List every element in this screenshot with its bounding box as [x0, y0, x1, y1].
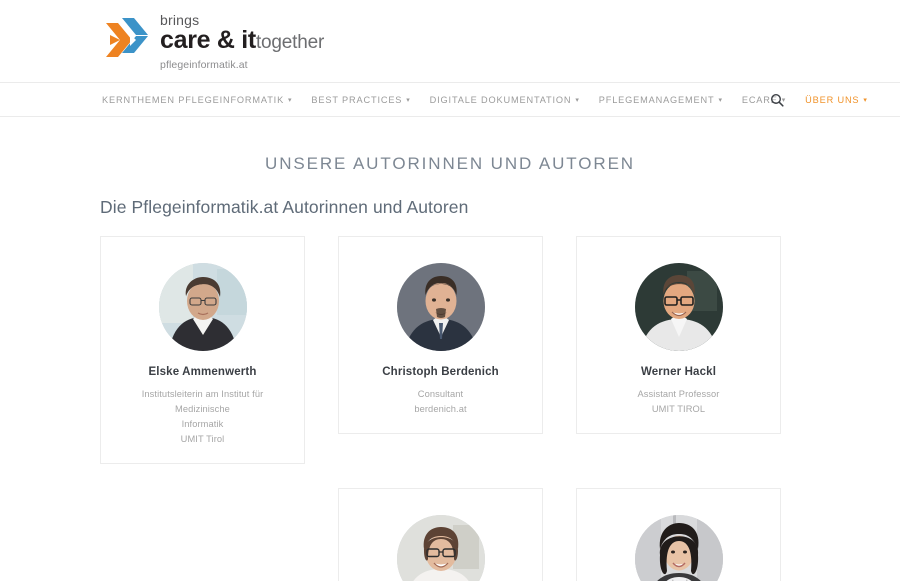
chevron-down-icon: ▾	[575, 97, 580, 104]
logo-together: together	[255, 32, 325, 53]
team-member-card[interactable]: Viktoria Redl Consultant / Produktverant…	[576, 488, 781, 581]
page-title: UNSERE AUTORINNEN UND AUTOREN	[265, 154, 635, 173]
team-member-card[interactable]: Christoph Berdenich Consultant berdenich…	[338, 236, 543, 434]
site-logo[interactable]: brings care & ittogether pflegeinformati…	[100, 10, 324, 71]
pflegeinformatik-arrow-logo-icon	[100, 14, 152, 66]
team-member-card[interactable]: Werner Hackl Assistant Professor UMIT TI…	[576, 236, 781, 434]
nav-item-label: PFLEGEMANAGEMENT	[598, 94, 715, 105]
team-grid: Elske Ammenwerth Institutsleiterin am In…	[100, 236, 800, 581]
member-role-line: Consultant	[417, 389, 464, 399]
nav-item-ueber-uns[interactable]: ÜBER UNS ▾	[805, 95, 868, 105]
logo-line-main: care & ittogether	[160, 28, 324, 56]
main-content: Die Pflegeinformatik.at Autorinnen und A…	[0, 174, 900, 581]
member-role: Consultant berdenich.at	[351, 387, 530, 417]
page-title-band: UNSERE AUTORINNEN UND AUTOREN	[0, 117, 900, 174]
chevron-down-icon: ▾	[863, 97, 868, 104]
chevron-down-icon: ▾	[718, 97, 723, 104]
member-role-line: Institutsleiterin am Institut für Medizi…	[141, 389, 264, 414]
logo-domain: pflegeinformatik.at	[160, 59, 248, 71]
nav-item-label: DIGITALE DOKUMENTATION	[429, 94, 572, 105]
nav-item-pflegemanagement[interactable]: PFLEGEMANAGEMENT ▾	[599, 95, 723, 105]
member-role-line: UMIT Tirol	[180, 434, 225, 444]
avatar	[634, 515, 723, 581]
section-heading: Die Pflegeinformatik.at Autorinnen und A…	[100, 197, 469, 217]
member-name: Werner Hackl	[640, 366, 717, 378]
nav-item-label: KERNTHEMEN PFLEGEINFORMATIK	[102, 94, 285, 105]
member-role: Institutsleiterin am Institut für Medizi…	[113, 387, 292, 447]
team-member-card[interactable]: Elske Ammenwerth Institutsleiterin am In…	[100, 236, 305, 464]
site-header: brings care & ittogether pflegeinformati…	[0, 0, 900, 82]
logo-care-and-it: care & it	[160, 26, 256, 54]
logo-wordmark: brings care & ittogether pflegeinformati…	[160, 10, 324, 71]
member-role-line: Assistant Professor	[637, 389, 720, 399]
nav-item-label: BEST PRACTICES	[311, 94, 403, 105]
team-member-card[interactable]: Renate Nantschev Wissenschaftliche Mitar…	[338, 488, 543, 581]
member-role-line: berdenich.at	[414, 404, 467, 414]
search-icon[interactable]	[770, 93, 784, 107]
nav-item-label: ÜBER UNS	[805, 94, 860, 105]
nav-item-best-practices[interactable]: BEST PRACTICES ▾	[311, 95, 410, 105]
avatar	[396, 515, 485, 581]
nav-item-kernthemen-pflegeinformatik[interactable]: KERNTHEMEN PFLEGEINFORMATIK ▾	[102, 95, 292, 105]
member-name: Elske Ammenwerth	[148, 366, 257, 378]
logo-line-brings: brings	[160, 12, 200, 28]
main-navigation: KERNTHEMEN PFLEGEINFORMATIK ▾ BEST PRACT…	[0, 82, 900, 117]
nav-item-digitale-dokumentation[interactable]: DIGITALE DOKUMENTATION ▾	[430, 95, 580, 105]
member-role-line: UMIT TIROL	[651, 404, 706, 414]
chevron-down-icon: ▾	[406, 97, 411, 104]
avatar	[396, 263, 485, 351]
avatar	[634, 263, 723, 351]
avatar	[158, 263, 247, 351]
chevron-down-icon: ▾	[288, 97, 293, 104]
member-role: Assistant Professor UMIT TIROL	[589, 387, 768, 417]
member-name: Christoph Berdenich	[382, 366, 499, 378]
member-role-line: Informatik	[181, 419, 224, 429]
